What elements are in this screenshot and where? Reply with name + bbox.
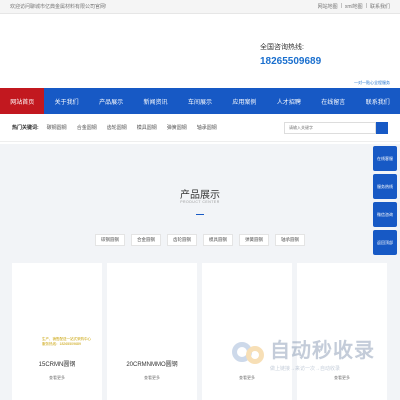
product-card[interactable]: 生产、销售配送一站式采购中心 服务热线：18265509689 15CRMN圆钢… bbox=[12, 263, 102, 400]
search-input[interactable] bbox=[284, 121, 376, 134]
xml-sitemap-link[interactable]: xml地图 bbox=[345, 3, 363, 10]
product-card[interactable]: 查看更多 bbox=[297, 263, 387, 400]
online-service-button[interactable]: 在线客服 bbox=[373, 146, 397, 171]
hotline-number: 18265509689 bbox=[260, 56, 322, 67]
section-divider bbox=[196, 214, 204, 215]
product-tag[interactable]: 碳钢圆钢 bbox=[95, 234, 125, 246]
header: 全国咨询热线: 18265509689 一对一贴心全程服务 bbox=[0, 14, 400, 88]
product-tag[interactable]: 齿轮圆钢 bbox=[167, 234, 197, 246]
hot-keywords-bar: 热门关键词: 碳钢圆钢 合金圆钢 齿轮圆钢 模具圆钢 弹簧圆钢 轴承圆钢 bbox=[0, 114, 400, 142]
nav-item-cases[interactable]: 应用案例 bbox=[222, 88, 266, 114]
floating-sidebar: 在线客服 服务热线 微信咨询 返回顶部 bbox=[373, 146, 397, 255]
nav-item-contact[interactable]: 联系我们 bbox=[356, 88, 400, 114]
separator: | bbox=[340, 3, 342, 9]
product-card-more[interactable]: 查看更多 bbox=[107, 375, 197, 381]
hot-keyword-link[interactable]: 合金圆钢 bbox=[77, 124, 97, 131]
section-subtitle: PRODUCT CENTER bbox=[180, 200, 220, 204]
hotline: 全国咨询热线: 18265509689 bbox=[260, 42, 321, 67]
watermark-logo-icon bbox=[228, 338, 268, 368]
nav-item-jobs[interactable]: 人才招聘 bbox=[267, 88, 311, 114]
watermark-text: 自动秒收录 做上链接→来访一次→自动收录 bbox=[270, 334, 375, 372]
welcome-text: 欢迎访问聊城市亿典金属材料有限公司官网! bbox=[10, 4, 107, 10]
section-title: 产品展示 bbox=[180, 190, 220, 201]
nav-item-news[interactable]: 新闻资讯 bbox=[133, 88, 177, 114]
topbar: 欢迎访问聊城市亿典金属材料有限公司官网! 网站地图 | xml地图 | 联系我们 bbox=[0, 0, 400, 14]
separator: | bbox=[365, 3, 367, 9]
watermark-subtitle: 做上链接→来访一次→自动收录 bbox=[270, 366, 341, 372]
search-box bbox=[284, 121, 388, 134]
watermark: 自动秒收录 做上链接→来访一次→自动收录 bbox=[228, 334, 375, 372]
nav-item-message[interactable]: 在线留言 bbox=[311, 88, 355, 114]
back-to-top-button[interactable]: 返回顶部 bbox=[373, 230, 397, 255]
product-card-more[interactable]: 查看更多 bbox=[12, 375, 102, 381]
support-text: 一对一贴心全程服务 bbox=[354, 80, 390, 85]
wechat-button[interactable]: 微信咨询 bbox=[373, 202, 397, 227]
nav-item-products[interactable]: 产品展示 bbox=[89, 88, 133, 114]
product-card-name[interactable]: 15CRMN圆钢 bbox=[12, 359, 102, 368]
product-tag[interactable]: 弹簧圆钢 bbox=[239, 234, 269, 246]
product-card[interactable]: 20CRMNMMO圆钢 查看更多 bbox=[107, 263, 197, 400]
nav-item-about[interactable]: 关于我们 bbox=[44, 88, 88, 114]
nav-item-home[interactable]: 网站首页 bbox=[0, 88, 45, 114]
product-tag[interactable]: 模具圆钢 bbox=[203, 234, 233, 246]
product-card-desc: 生产、销售配送一站式采购中心 服务热线：18265509689 bbox=[42, 337, 91, 346]
product-tag[interactable]: 轴承圆钢 bbox=[275, 234, 305, 246]
hot-keyword-link[interactable]: 轴承圆钢 bbox=[197, 124, 217, 131]
product-cards: 生产、销售配送一站式采购中心 服务热线：18265509689 15CRMN圆钢… bbox=[12, 263, 388, 400]
hotline-button[interactable]: 服务热线 bbox=[373, 174, 397, 199]
product-tag[interactable]: 合金圆钢 bbox=[131, 234, 161, 246]
hotline-label: 全国咨询热线: bbox=[260, 44, 304, 51]
topbar-links: 网站地图 | xml地图 | 联系我们 bbox=[318, 3, 390, 10]
hot-keyword-link[interactable]: 弹簧圆钢 bbox=[167, 124, 187, 131]
sitemap-link[interactable]: 网站地图 bbox=[318, 3, 338, 10]
product-tags: 碳钢圆钢 合金圆钢 齿轮圆钢 模具圆钢 弹簧圆钢 轴承圆钢 bbox=[0, 234, 400, 246]
nav-item-workshop[interactable]: 车间展示 bbox=[178, 88, 222, 114]
contact-link[interactable]: 联系我们 bbox=[370, 3, 390, 10]
product-card-name[interactable]: 20CRMNMMO圆钢 bbox=[107, 359, 197, 368]
hot-keyword-link[interactable]: 模具圆钢 bbox=[137, 124, 157, 131]
product-card[interactable]: 查看更多 bbox=[202, 263, 292, 400]
watermark-title: 自动秒收录 bbox=[270, 340, 375, 362]
product-card-more[interactable]: 查看更多 bbox=[202, 375, 292, 381]
search-button[interactable] bbox=[376, 121, 388, 134]
main-nav: 网站首页 关于我们 产品展示 新闻资讯 车间展示 应用案例 人才招聘 在线留言 … bbox=[0, 88, 400, 114]
product-card-more[interactable]: 查看更多 bbox=[297, 375, 387, 381]
hot-keyword-link[interactable]: 齿轮圆钢 bbox=[107, 124, 127, 131]
hot-keyword-link[interactable]: 碳钢圆钢 bbox=[47, 124, 67, 131]
hot-keywords-label: 热门关键词: bbox=[12, 125, 39, 131]
